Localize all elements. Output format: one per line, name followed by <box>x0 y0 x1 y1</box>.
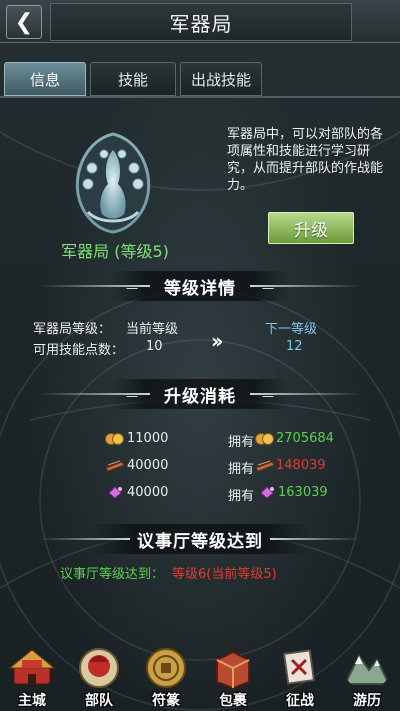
nav-main-city[interactable]: 主城 <box>0 636 64 711</box>
tab-battle-skills[interactable]: 出战技能 <box>180 62 262 96</box>
owned-label: 拥有 <box>228 462 255 477</box>
troops-icon <box>79 648 119 688</box>
owned-label: 拥有 <box>228 489 255 504</box>
back-button[interactable]: ❮ <box>6 5 42 39</box>
bag-icon <box>216 650 250 690</box>
travel-icon <box>343 654 391 685</box>
owned-value: 163039 <box>278 485 328 500</box>
current-level-label: 当前等级 <box>126 322 179 337</box>
nav-bag[interactable]: 包裹 <box>201 636 265 711</box>
cost-row-crystal: 40000 拥有 163039 <box>0 484 400 504</box>
wood-plank-icon <box>255 460 275 472</box>
cost-value: 11000 <box>127 431 169 446</box>
tab-divider <box>0 96 400 98</box>
coin-icon <box>105 433 124 445</box>
section-title: 议事厅等级达到 <box>137 531 263 552</box>
page-title: 军器局 <box>169 11 233 36</box>
tab-skills[interactable]: 技能 <box>90 62 176 96</box>
bottom-nav: 主城 部队 符篆 包裹 征战 游历 <box>0 636 400 711</box>
upgrade-button[interactable]: 升级 <box>268 212 354 244</box>
requirement-header: 议事厅等级达到 <box>0 524 400 554</box>
cost-row-wood: 40000 拥有 148039 <box>0 457 400 477</box>
coin-icon <box>255 433 274 445</box>
talisman-icon <box>146 648 186 688</box>
nav-travel[interactable]: 游历 <box>335 636 399 711</box>
nav-battle[interactable]: 征战 <box>268 636 332 711</box>
nav-label: 包裹 <box>219 693 247 709</box>
crystal-icon <box>260 486 274 499</box>
ornament-icon: 一 <box>126 390 139 404</box>
next-skill-points: 12 <box>286 339 303 354</box>
cost-value: 40000 <box>127 485 169 500</box>
requirement-value: 等级6(当前等级5) <box>172 567 277 582</box>
ornament-icon: 一 <box>261 390 274 404</box>
upgrade-cost-header: 一 一 升级消耗 <box>0 379 400 409</box>
crystal-icon <box>108 486 122 499</box>
building-name-level: 军器局 (等级5) <box>61 242 169 261</box>
nav-talisman[interactable]: 符篆 <box>134 636 198 711</box>
section-title: 升级消耗 <box>164 386 236 407</box>
back-arrow-icon: ❮ <box>14 9 34 35</box>
next-level-label: 下一等级 <box>265 322 318 337</box>
owned-value: 2705684 <box>276 431 334 446</box>
title-plate: 军器局 <box>50 3 352 41</box>
ornament-icon: 一 <box>261 282 274 296</box>
current-skill-points: 10 <box>146 339 163 354</box>
section-title: 等级详情 <box>164 278 236 299</box>
nav-label: 符篆 <box>152 693 180 709</box>
ornament-icon: 一 <box>126 282 139 296</box>
battle-icon <box>282 649 316 685</box>
level-details-header: 一 一 等级详情 <box>0 271 400 301</box>
wood-plank-icon <box>105 460 125 472</box>
cost-row-coin: 11000 拥有 2705684 <box>0 430 400 450</box>
owned-value: 148039 <box>276 458 326 473</box>
double-chevron-right-icon: ›› <box>211 329 224 353</box>
tab-info[interactable]: 信息 <box>4 62 86 96</box>
nav-label: 部队 <box>85 693 113 709</box>
owned-label: 拥有 <box>228 435 255 450</box>
armory-level-label: 军器局等级： <box>33 322 112 337</box>
armory-emblem-icon <box>58 128 168 238</box>
nav-label: 主城 <box>18 693 46 709</box>
cost-value: 40000 <box>127 458 169 473</box>
main-city-icon <box>8 649 56 685</box>
header-bar: ❮ 军器局 <box>0 0 400 43</box>
nav-label: 游历 <box>353 693 381 709</box>
requirement-label: 议事厅等级达到： <box>60 567 165 582</box>
nav-label: 征战 <box>286 693 314 709</box>
building-description: 军器局中，可以对部队的各项属性和技能进行学习研究，从而提升部队的作战能力。 <box>227 127 384 193</box>
nav-troops[interactable]: 部队 <box>67 636 131 711</box>
skill-points-label: 可用技能点数： <box>33 343 125 358</box>
